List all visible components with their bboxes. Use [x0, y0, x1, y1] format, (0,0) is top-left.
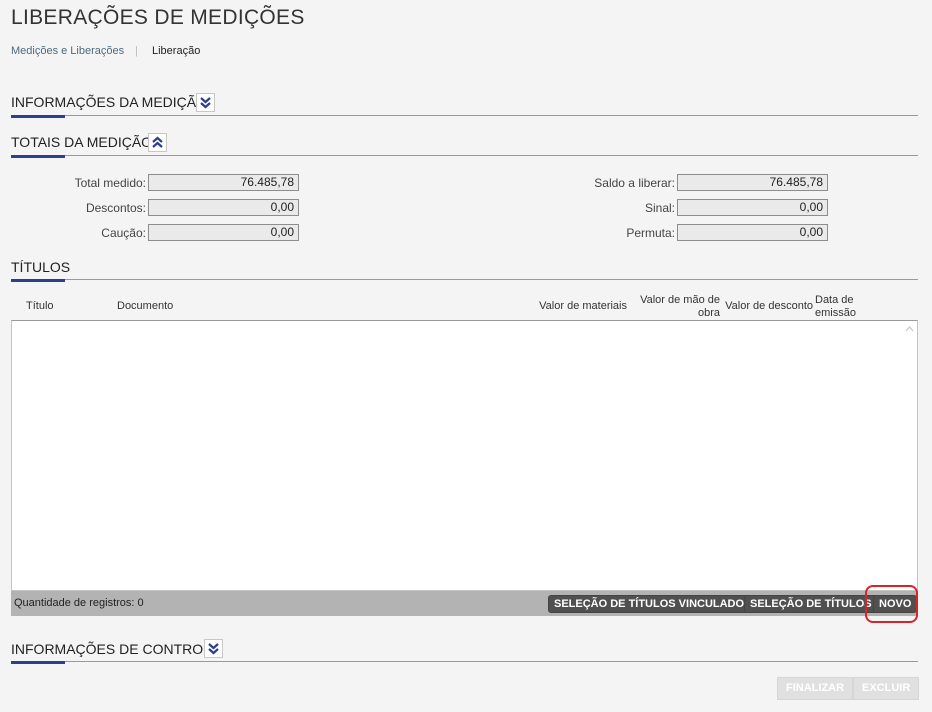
breadcrumb-medicoes-liberacoes[interactable]: Medições e Liberações: [11, 45, 124, 57]
section-accent: [11, 279, 65, 282]
double-chevron-up-icon: [152, 136, 163, 148]
collapse-totais-button[interactable]: [148, 133, 167, 152]
permuta-field: 0,00: [677, 224, 828, 241]
expand-info-medicao-button[interactable]: [196, 93, 215, 112]
section-divider: [11, 279, 918, 280]
section-accent: [11, 155, 65, 158]
section-divider: [11, 155, 918, 156]
highlight-box: [865, 585, 918, 623]
section-accent: [11, 115, 65, 118]
total-medido-field: 76.485,78: [148, 174, 299, 191]
column-header-titulo[interactable]: Título: [26, 300, 54, 313]
section-divider: [11, 115, 918, 116]
section-accent: [11, 661, 65, 664]
selecao-titulos-vinculados-button[interactable]: SELEÇÃO DE TÍTULOS VINCULADOS: [548, 595, 758, 613]
column-header-valor-materiais[interactable]: Valor de materiais: [520, 300, 627, 313]
descontos-field: 0,00: [148, 199, 299, 216]
excluir-button[interactable]: EXCLUIR: [853, 677, 920, 700]
saldo-a-liberar-field: 76.485,78: [677, 174, 828, 191]
selecao-titulos-button[interactable]: SELEÇÃO DE TÍTULOS: [744, 595, 878, 613]
section-title-titulos: TÍTULOS: [11, 259, 71, 275]
column-header-line: emissão: [815, 307, 856, 319]
breadcrumb-separator: |: [135, 45, 138, 57]
column-header-line: obra: [697, 307, 720, 319]
expand-info-controle-button[interactable]: [204, 639, 223, 658]
page-title: LIBERAÇÕES DE MEDIÇÕES: [11, 6, 305, 29]
scroll-up-icon[interactable]: [905, 325, 914, 333]
sinal-field: 0,00: [677, 199, 828, 216]
column-header-valor-mao-obra[interactable]: Valor de mão de obra: [628, 294, 720, 320]
total-medido-label: Total medido:: [74, 176, 146, 190]
caucao-field: 0,00: [148, 224, 299, 241]
saldo-a-liberar-label: Saldo a liberar:: [594, 176, 675, 190]
titulos-grid[interactable]: [11, 320, 918, 591]
breadcrumb-liberacao: Liberação: [152, 45, 201, 57]
section-title-info-controle: INFORMAÇÕES DE CONTROLE: [11, 641, 221, 657]
column-header-valor-desconto[interactable]: Valor de desconto: [722, 300, 813, 313]
section-divider: [11, 661, 918, 662]
finalizar-button[interactable]: FINALIZAR: [777, 677, 854, 700]
sinal-label: Sinal:: [644, 201, 675, 215]
permuta-label: Permuta:: [626, 226, 675, 240]
grid-footer: Quantidade de registros: 0 SELEÇÃO DE TÍ…: [11, 591, 918, 616]
column-header-line: Data de: [815, 294, 854, 306]
caucao-label: Caução:: [101, 226, 146, 240]
double-chevron-down-icon: [208, 643, 219, 655]
section-title-info-medicao: INFORMAÇÕES DA MEDIÇÃO: [11, 94, 208, 110]
record-count: Quantidade de registros: 0: [14, 597, 144, 609]
double-chevron-down-icon: [200, 97, 211, 109]
section-title-totais: TOTAIS DA MEDIÇÃO: [11, 134, 153, 150]
column-header-data-emissao[interactable]: Data de emissão: [815, 294, 875, 320]
column-header-line: Valor de mão de: [640, 294, 720, 306]
descontos-label: Descontos:: [85, 201, 146, 215]
column-header-documento[interactable]: Documento: [117, 300, 173, 313]
